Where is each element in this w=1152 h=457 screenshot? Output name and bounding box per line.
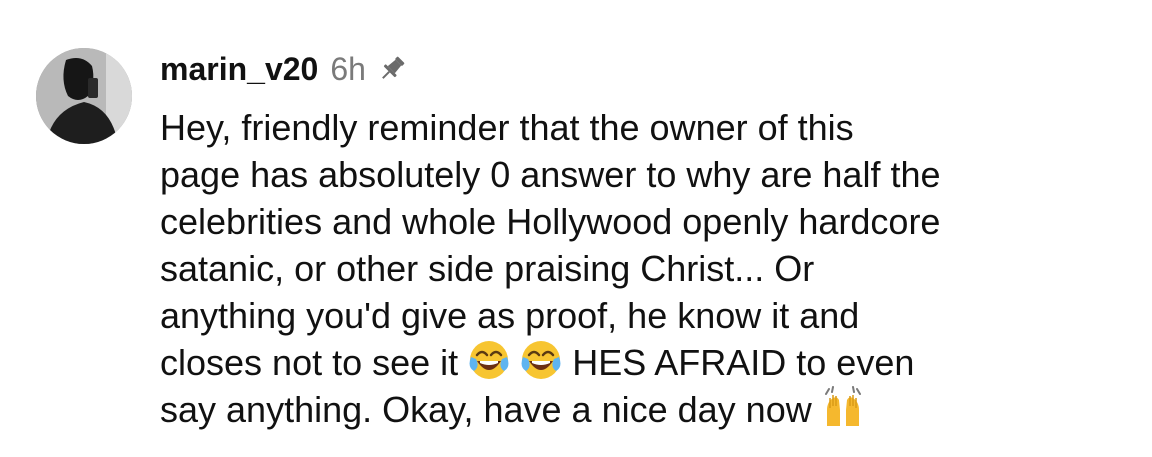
comment-line: Hey, friendly reminder that the owner of… xyxy=(160,107,854,148)
comment-line: closes not to see it HES AFRAID to even xyxy=(160,339,1120,386)
comment-header: marin_v20 6h xyxy=(160,44,408,94)
comment: marin_v20 6h Hey, friendly reminder that… xyxy=(0,0,1152,457)
comment-line: satanic, or other side praising Christ..… xyxy=(160,248,815,289)
comment-line: celebrities and whole Hollywood openly h… xyxy=(160,201,941,242)
timestamp: 6h xyxy=(330,50,366,87)
comment-line: anything you'd give as proof, he know it… xyxy=(160,295,860,336)
pin-icon xyxy=(376,53,408,85)
raising-hands-emoji-icon xyxy=(822,386,864,428)
avatar[interactable] xyxy=(36,48,132,144)
comment-line: say anything. Okay, have a nice day now xyxy=(160,386,1120,433)
comment-line: page has absolutely 0 answer to why are … xyxy=(160,154,941,195)
laughing-emoji-icon xyxy=(468,339,510,381)
comment-text: Hey, friendly reminder that the owner of… xyxy=(160,104,1120,433)
laughing-emoji-icon xyxy=(520,339,562,381)
comment-text-segment: say anything. Okay, have a nice day now xyxy=(160,389,812,430)
comment-text-segment: closes not to see it xyxy=(160,342,459,383)
comment-text-segment: HES AFRAID to even xyxy=(572,342,915,383)
username[interactable]: marin_v20 xyxy=(160,51,318,88)
